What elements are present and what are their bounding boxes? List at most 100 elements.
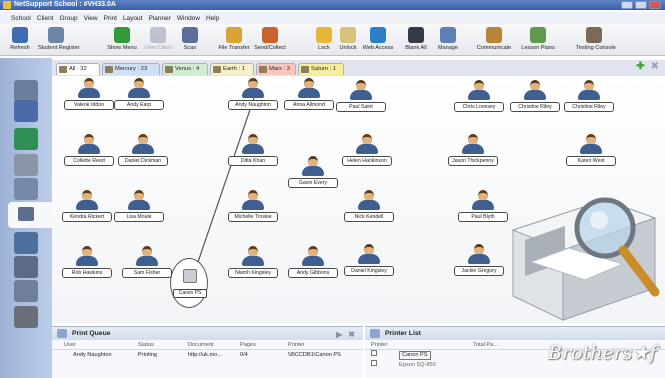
- menu-group[interactable]: Group: [60, 15, 78, 22]
- tab-group-4[interactable]: Earth : 1: [210, 63, 254, 75]
- student-tile[interactable]: Andy Naughton: [228, 78, 278, 112]
- column-pages[interactable]: Pages: [240, 340, 256, 350]
- web-access-button[interactable]: Web Access: [360, 24, 396, 51]
- column-user[interactable]: User: [64, 340, 76, 350]
- row-document: http://uk.mo...: [188, 352, 222, 358]
- student-tile[interactable]: Andy Earp: [114, 78, 164, 112]
- student-tile[interactable]: Paul Blyth: [458, 190, 508, 224]
- menu-view[interactable]: View: [84, 15, 98, 22]
- student-tile[interactable]: Michelle Troskie: [228, 190, 278, 224]
- sidebar-item-security[interactable]: [14, 306, 38, 328]
- manage-button[interactable]: Manage: [430, 24, 466, 51]
- send-collect-button[interactable]: Send/Collect: [252, 24, 288, 51]
- communicate-label: Communicate: [476, 45, 512, 51]
- printer-checkbox[interactable]: [371, 360, 377, 366]
- sidebar-item-applications[interactable]: [14, 154, 38, 176]
- student-tile[interactable]: Helen Hankinson: [342, 134, 392, 168]
- student-tile[interactable]: Niamh Kingsley: [228, 246, 278, 280]
- tab-group-6[interactable]: Saturn : 1: [298, 63, 344, 75]
- column-printer[interactable]: Printer: [288, 340, 304, 350]
- student-tile[interactable]: Rob Hawkins: [62, 246, 112, 280]
- add-group-icon[interactable]: ✚: [636, 62, 644, 72]
- column-printer-name[interactable]: Printer: [371, 340, 387, 350]
- column-total-pages[interactable]: Total Pa...: [473, 340, 498, 350]
- printer-list-icon: [370, 329, 380, 338]
- student-tile[interactable]: Valerie Iddon: [64, 78, 114, 112]
- sidebar-item-printing[interactable]: [8, 202, 52, 228]
- sidebar-item-students[interactable]: [14, 80, 38, 102]
- student-avatar-body: [242, 256, 264, 266]
- student-tile[interactable]: Collette Reed: [64, 134, 114, 168]
- student-tile[interactable]: Daniel Kingsley: [344, 244, 394, 278]
- student-name: Paul Blyth: [458, 212, 508, 222]
- menu-school[interactable]: School: [11, 15, 31, 22]
- communicate-button[interactable]: Communicate: [476, 24, 512, 51]
- student-name: Andy Naughton: [228, 100, 278, 110]
- tab-group-1[interactable]: All : 32: [56, 63, 100, 75]
- student-tile[interactable]: Christine Riley: [564, 80, 614, 114]
- student-tile[interactable]: Sam Fisher: [122, 246, 172, 280]
- student-name: Sam Fisher: [122, 268, 172, 278]
- sidebar-item-disc[interactable]: [14, 280, 38, 302]
- student-tile[interactable]: Paul Saint: [336, 80, 386, 114]
- sidebar-item-web[interactable]: [14, 128, 38, 150]
- blank-all-button[interactable]: Blank All: [398, 24, 434, 51]
- testing-console-button[interactable]: Testing Console: [576, 24, 616, 51]
- sidebar-item-groups[interactable]: [14, 232, 38, 254]
- student-tile[interactable]: Nick Kendell: [344, 190, 394, 224]
- menu-print[interactable]: Print: [104, 15, 117, 22]
- refresh-icon: [12, 27, 28, 43]
- student-tile[interactable]: Daniel Dickman: [118, 134, 168, 168]
- app-icon: [3, 1, 11, 9]
- student-tile[interactable]: Kendra Rickert: [62, 190, 112, 224]
- refresh-label: Refresh: [10, 45, 30, 51]
- menu-planner[interactable]: Planner: [148, 15, 170, 22]
- group-icon: [105, 66, 113, 73]
- sidebar-item-monitor[interactable]: [14, 100, 38, 122]
- student-tile[interactable]: Christine Riley: [510, 80, 560, 114]
- printer-checkbox[interactable]: [371, 350, 377, 356]
- maximize-button[interactable]: [635, 1, 647, 9]
- column-document[interactable]: Document: [188, 340, 214, 350]
- menu-layout[interactable]: Layout: [123, 15, 143, 22]
- column-status[interactable]: Status: [138, 340, 154, 350]
- sidebar-item-devices[interactable]: [14, 178, 38, 200]
- scan-button[interactable]: Scan: [172, 24, 208, 51]
- refresh-button[interactable]: Refresh: [2, 24, 38, 51]
- student-tile[interactable]: Chris Lovesey: [454, 80, 504, 114]
- lesson-plans-button[interactable]: Lesson Plans: [520, 24, 556, 51]
- tab-group-5[interactable]: Mars : 3: [256, 63, 296, 75]
- student-tile[interactable]: Karen West: [566, 134, 616, 168]
- testing-console-icon: [586, 27, 602, 43]
- menu-window[interactable]: Window: [177, 15, 200, 22]
- student-tile[interactable]: Gavin Every: [288, 156, 338, 190]
- minimize-button[interactable]: [621, 1, 633, 9]
- student-name: Christine Riley: [564, 102, 614, 112]
- tab-group-3[interactable]: Venus : 4: [162, 63, 208, 75]
- globe-icon: [18, 132, 34, 146]
- student-tile[interactable]: Ditta Khan: [228, 134, 278, 168]
- student-tile[interactable]: Anna Allmond: [284, 78, 334, 112]
- print-queue-icon: [57, 329, 67, 338]
- lesson-plans-icon: [530, 27, 546, 43]
- student-avatar-body: [524, 90, 546, 100]
- remove-group-icon[interactable]: ✖: [651, 62, 659, 72]
- student-avatar-body: [78, 88, 100, 98]
- student-tile[interactable]: Jackie Gregory: [454, 244, 504, 278]
- web-access-label: Web Access: [362, 45, 394, 51]
- sidebar-item-network[interactable]: [14, 256, 38, 278]
- close-button[interactable]: [649, 1, 661, 9]
- show-menu-button[interactable]: Show Menu: [104, 24, 140, 51]
- student-tile[interactable]: Jason Thickpenny: [448, 134, 498, 168]
- tab-group-2[interactable]: Mercury : 23: [102, 63, 160, 75]
- sidebar: [0, 58, 52, 378]
- view-client-button[interactable]: View Client: [140, 24, 176, 51]
- table-row[interactable]: Andy Naughton Printing http://uk.mo... 0…: [52, 350, 363, 360]
- student-register-button[interactable]: Student Register: [38, 24, 80, 51]
- printer-node[interactable]: Canon PS: [170, 258, 208, 308]
- student-tile[interactable]: Lisa Moule: [114, 190, 164, 224]
- student-tile[interactable]: Andy Gibbons: [288, 246, 338, 280]
- menu-help[interactable]: Help: [206, 15, 219, 22]
- file-transfer-button[interactable]: File Transfer: [216, 24, 252, 51]
- menu-client[interactable]: Client: [37, 15, 54, 22]
